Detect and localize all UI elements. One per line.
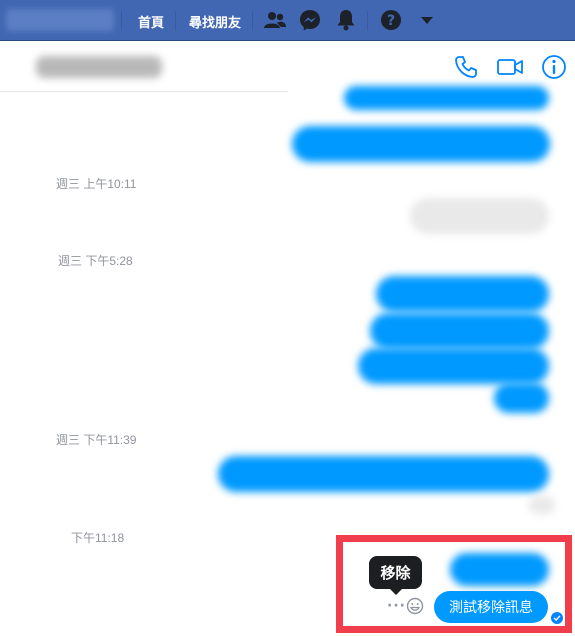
top-navigation-bar: 首頁 尋找朋友 ? (0, 0, 575, 41)
timestamp: 下午11:18 (71, 531, 125, 545)
phone-icon[interactable] (452, 55, 480, 79)
message-bubble[interactable] (218, 456, 549, 492)
message-bubble[interactable] (344, 86, 549, 110)
nav-divider (121, 11, 122, 31)
header-divider (0, 91, 288, 92)
dropdown-icon[interactable] (415, 8, 439, 32)
profile-shortcut[interactable] (6, 9, 114, 31)
video-icon[interactable] (496, 55, 524, 79)
selected-message-text: 測試移除訊息 (449, 600, 533, 616)
message-bubble[interactable] (358, 348, 549, 384)
message-bubble[interactable] (376, 276, 549, 312)
messenger-window: 首頁 尋找朋友 ? 週三 上午10:11 週三 下午5:28 週三 下午11:3… (0, 0, 575, 636)
tooltip-pointer (389, 588, 403, 595)
svg-text:?: ? (387, 13, 395, 29)
emoji-reaction-icon[interactable] (406, 597, 424, 615)
more-options-icon[interactable]: ··· (387, 598, 406, 614)
contact-name[interactable] (36, 56, 162, 78)
notifications-icon[interactable] (334, 8, 358, 32)
nav-divider (252, 11, 253, 31)
info-icon[interactable] (540, 55, 568, 79)
timestamp: 週三 下午5:28 (58, 254, 133, 268)
message-bubble[interactable] (410, 198, 549, 234)
timestamp: 週三 下午11:39 (56, 433, 137, 447)
selected-message-bubble[interactable]: 測試移除訊息 (434, 591, 548, 623)
message-bubble[interactable] (494, 383, 549, 413)
messenger-icon[interactable] (298, 8, 322, 32)
nav-divider (367, 11, 368, 31)
remove-tooltip-label: 移除 (380, 564, 411, 582)
seen-avatar (529, 496, 555, 514)
friends-icon[interactable] (263, 8, 287, 32)
message-bubble[interactable] (370, 313, 549, 349)
help-icon[interactable]: ? (379, 8, 403, 32)
conversation-header (0, 41, 575, 92)
timestamp: 週三 上午10:11 (56, 177, 137, 191)
nav-home-link[interactable]: 首頁 (138, 12, 164, 31)
nav-find-friends-link[interactable]: 尋找朋友 (189, 12, 241, 31)
delivered-check-icon (551, 612, 563, 624)
nav-divider (175, 11, 176, 31)
message-bubble[interactable] (292, 126, 550, 162)
remove-tooltip: 移除 (369, 556, 422, 589)
